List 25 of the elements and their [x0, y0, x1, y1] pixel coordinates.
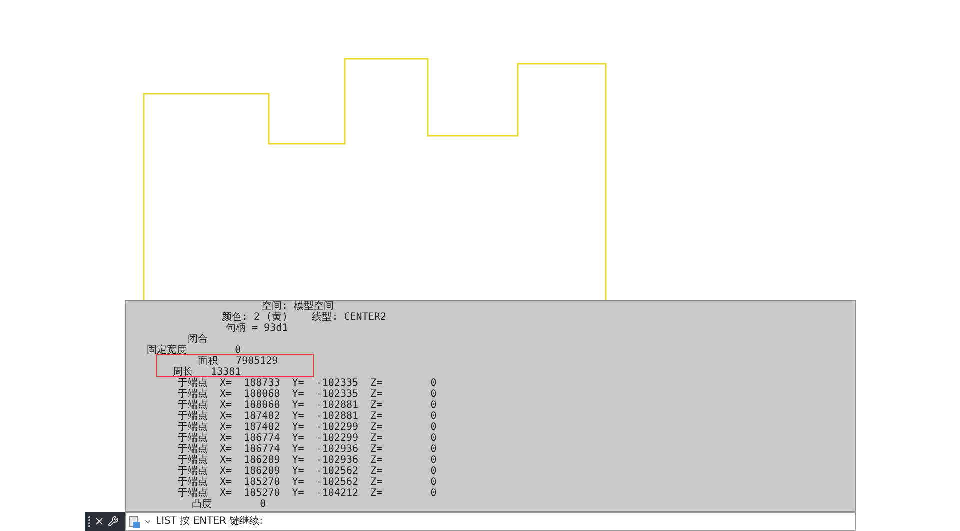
listing-line: 于端点 X= 185270 Y= -102562 Z= 0	[178, 477, 437, 488]
listing-line: 周长 13381	[173, 367, 242, 378]
listing-line: 闭合	[188, 334, 208, 345]
close-icon[interactable]	[94, 516, 105, 527]
listing-line: 句柄 = 93d1	[226, 323, 288, 334]
listing-line: 于端点 X= 186209 Y= -102562 Z= 0	[178, 466, 437, 477]
wrench-icon[interactable]	[108, 516, 119, 527]
listing-line: 于端点 X= 187402 Y= -102299 Z= 0	[178, 422, 437, 433]
listing-line: 凸度 0	[192, 499, 266, 510]
listing-line: 于端点 X= 188068 Y= -102881 Z= 0	[178, 400, 437, 411]
listing-line: 于端点 X= 188733 Y= -102335 Z= 0	[178, 378, 437, 389]
listing-line: 于端点 X= 188068 Y= -102335 Z= 0	[178, 389, 437, 400]
listing-line: 于端点 X= 187402 Y= -102881 Z= 0	[178, 411, 437, 422]
listing-line: 于端点 X= 186774 Y= -102299 Z= 0	[178, 433, 437, 444]
listing-line: 空间: 模型空间	[262, 301, 334, 312]
listing-line: 于端点 X= 185270 Y= -104212 Z= 0	[178, 488, 437, 499]
command-prompt: LIST 按 ENTER 键继续:	[156, 514, 264, 529]
command-icon[interactable]	[129, 516, 140, 528]
listing-line: 于端点 X= 186209 Y= -102936 Z= 0	[178, 455, 437, 466]
listing-line: 面积 7905129	[198, 356, 278, 367]
listing-line: 于端点 X= 186774 Y= -102936 Z= 0	[178, 444, 437, 455]
command-field[interactable]: LIST 按 ENTER 键继续:	[125, 512, 856, 531]
grip-icon[interactable]	[88, 516, 91, 528]
listing-line: 固定宽度 0	[147, 345, 242, 356]
listing-line: 颜色: 2 (黄) 线型: CENTER2	[222, 312, 386, 323]
